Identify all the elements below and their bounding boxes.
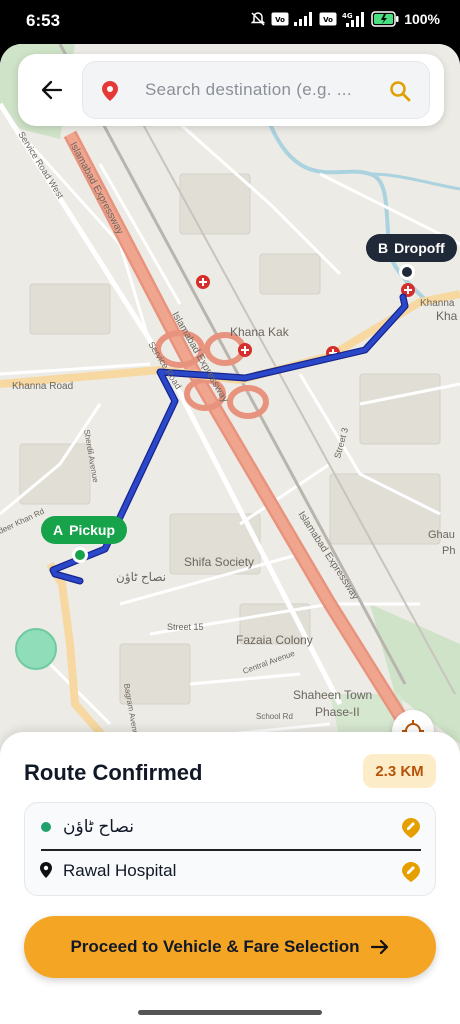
distance-badge: 2.3 KM — [363, 754, 436, 788]
search-icon[interactable] — [389, 80, 411, 102]
pickup-row[interactable]: نصاح ٹاؤن — [25, 805, 437, 851]
dropoff-marker-label[interactable]: B Dropoff — [366, 234, 457, 262]
back-button[interactable] — [36, 74, 68, 106]
status-icons: Vo Vo 4G 100% — [250, 11, 440, 27]
dropoff-row[interactable]: Rawal Hospital — [25, 849, 437, 895]
status-bar: 6:53 Vo Vo 4G 100% — [0, 0, 460, 44]
dropoff-dot-marker — [402, 267, 412, 277]
svg-text:Vo: Vo — [275, 16, 285, 24]
edit-location-icon[interactable] — [401, 817, 421, 839]
pickup-marker-label[interactable]: A Pickup — [41, 516, 128, 544]
svg-text:Vo: Vo — [323, 16, 333, 24]
map-label-ghau: Ghau — [428, 529, 455, 541]
hospital-icon — [238, 343, 252, 357]
pickup-marker-text: Pickup — [69, 522, 116, 538]
pickup-marker-letter: A — [53, 522, 64, 538]
map-label-fazaia-colony: Fazaia Colony — [236, 633, 313, 647]
search-card: Search destination (e.g. ... — [18, 54, 444, 126]
dropoff-location: Rawal Hospital — [63, 861, 177, 880]
map-label-ph: Ph — [442, 545, 455, 557]
map-label-khanna-road: Khanna Road — [12, 381, 73, 392]
map-label-khanna-road-east: Khanna — [420, 298, 455, 309]
hospital-icon — [196, 275, 210, 289]
proceed-button-label: Proceed to Vehicle & Fare Selection — [70, 937, 360, 956]
arrow-left-icon — [41, 80, 63, 100]
svg-text:4G: 4G — [342, 12, 353, 20]
map-label-khana-kak: Khana Kak — [230, 325, 290, 339]
search-placeholder: Search destination (e.g. ... — [145, 80, 352, 99]
mute-icon — [250, 12, 266, 26]
signal-4g-icon: 4G — [342, 12, 365, 27]
battery-percent: 100% — [404, 11, 440, 27]
pickup-dot-marker — [75, 550, 85, 560]
signal-icon — [294, 12, 313, 26]
roundabout-park — [15, 628, 57, 670]
sheet-title: Route Confirmed — [24, 760, 203, 785]
map-label-shifa-society: Shifa Society — [184, 555, 254, 569]
home-indicator[interactable] — [138, 1010, 322, 1015]
pickup-dot-icon — [41, 822, 51, 832]
volte-icon: Vo — [271, 12, 289, 26]
map-label-kha: Kha — [436, 309, 458, 323]
proceed-button[interactable]: Proceed to Vehicle & Fare Selection — [24, 916, 436, 978]
battery-icon — [371, 11, 399, 27]
dropoff-pin-icon — [40, 862, 52, 878]
map-label-street-15: Street 15 — [167, 622, 204, 632]
map-label-shaheen-town: Shaheen Town — [293, 688, 372, 702]
map-label-nasah-town: نصاح ٹاؤن — [116, 570, 166, 584]
map-label-phase-2: Phase-II — [315, 705, 360, 719]
map-label-school-rd: School Rd — [256, 712, 293, 721]
location-pin-icon — [102, 81, 118, 101]
arrow-right-icon — [370, 939, 388, 955]
route-sheet: Route Confirmed 2.3 KM نصاح ٹاؤن Rawal H… — [0, 732, 460, 1024]
app-screen: Islamabad Expressway Islamabad Expresswa… — [0, 44, 460, 1024]
dropoff-marker-text: Dropoff — [394, 240, 445, 256]
route-summary-card: نصاح ٹاؤن Rawal Hospital — [24, 802, 436, 896]
dropoff-marker-letter: B — [378, 240, 389, 256]
status-time: 6:53 — [26, 11, 61, 30]
volte-icon: Vo — [319, 12, 337, 26]
pickup-location: نصاح ٹاؤن — [63, 817, 134, 836]
map-view[interactable]: Islamabad Expressway Islamabad Expresswa… — [0, 44, 460, 804]
search-input[interactable]: Search destination (e.g. ... — [82, 61, 430, 119]
edit-location-icon[interactable] — [401, 861, 421, 883]
